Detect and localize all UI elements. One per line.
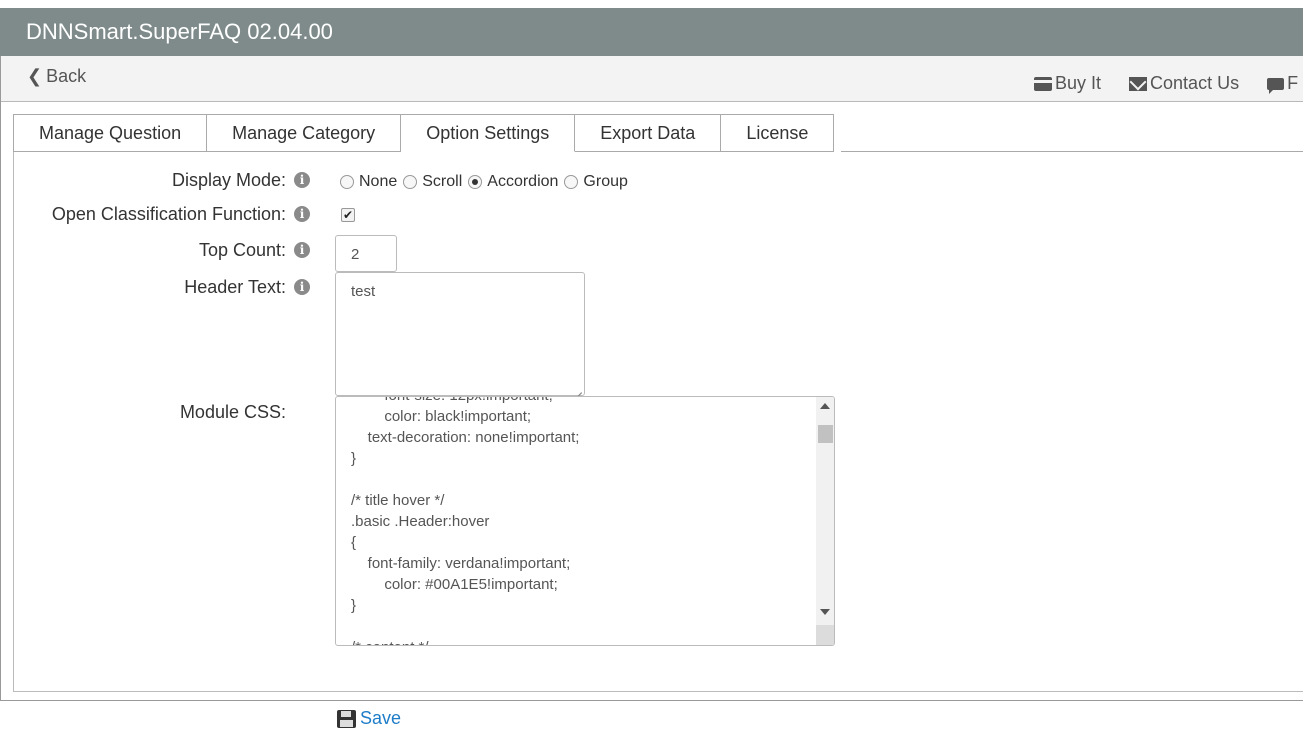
tab-manage-question[interactable]: Manage Question bbox=[13, 114, 208, 152]
floppy-disk-icon bbox=[337, 709, 356, 728]
top-count-label: Top Count: bbox=[198, 240, 286, 260]
info-icon[interactable]: i bbox=[294, 279, 310, 295]
envelope-icon bbox=[1129, 76, 1148, 91]
comment-icon bbox=[1267, 77, 1285, 94]
radio-scroll-label: Scroll bbox=[422, 173, 463, 190]
css-line: { bbox=[351, 534, 357, 551]
radio-accordion[interactable] bbox=[468, 175, 483, 189]
radio-group-label: Group bbox=[583, 173, 628, 190]
module-css-textarea[interactable]: font-size: 12px!important; color: black!… bbox=[335, 396, 835, 646]
css-line: } bbox=[351, 450, 357, 467]
header-text-textarea[interactable]: test bbox=[335, 272, 585, 396]
scroll-down-arrow-icon[interactable] bbox=[820, 609, 830, 615]
display-mode-label: Display Mode: bbox=[171, 170, 286, 190]
open-classification-checkbox[interactable]: ✔ bbox=[341, 208, 355, 222]
contact-us-link[interactable]: Contact Us bbox=[1129, 73, 1239, 94]
info-icon[interactable]: i bbox=[294, 172, 310, 188]
css-scrollbar[interactable] bbox=[816, 397, 834, 645]
action-links: Buy It Contact Us F bbox=[1034, 73, 1298, 94]
buy-it-label: Buy It bbox=[1055, 73, 1102, 93]
module-css-label: Module CSS: bbox=[179, 402, 286, 422]
css-line: /* title hover */ bbox=[351, 492, 445, 509]
open-classification-label: Open Classification Function: bbox=[51, 204, 286, 224]
radio-none-label: None bbox=[359, 173, 398, 190]
css-line: } bbox=[351, 597, 357, 614]
feedback-link[interactable]: F bbox=[1267, 73, 1298, 94]
tab-export-data[interactable]: Export Data bbox=[575, 114, 722, 152]
resize-grip-icon[interactable] bbox=[816, 625, 834, 645]
tab-manage-category[interactable]: Manage Category bbox=[207, 114, 402, 152]
tab-license[interactable]: License bbox=[721, 114, 835, 152]
radio-none[interactable] bbox=[340, 175, 354, 189]
action-bar: ❮ Back Buy It Contact Us F bbox=[1, 56, 1303, 102]
feedback-label: F bbox=[1287, 73, 1299, 93]
back-label: Back bbox=[46, 66, 87, 86]
tab-bar: Manage Question Manage Category Option S… bbox=[13, 114, 835, 152]
radio-scroll[interactable] bbox=[403, 175, 418, 189]
chevron-left-icon: ❮ bbox=[27, 66, 43, 86]
scroll-thumb[interactable] bbox=[818, 425, 833, 443]
css-line: color: #00A1E5!important; bbox=[351, 576, 558, 593]
css-line: color: black!important; bbox=[351, 408, 532, 425]
module-title: DNNSmart.SuperFAQ 02.04.00 bbox=[0, 8, 1303, 56]
scroll-up-arrow-icon[interactable] bbox=[820, 403, 830, 409]
css-line: font-family: verdana!important; bbox=[351, 555, 571, 572]
header-text-label: Header Text: bbox=[184, 277, 286, 297]
credit-card-icon bbox=[1034, 76, 1052, 91]
tab-divider bbox=[841, 151, 1303, 152]
css-line bbox=[351, 469, 811, 490]
save-button[interactable]: Save bbox=[337, 708, 401, 729]
module-container: ❮ Back Buy It Contact Us F Manage Questi… bbox=[0, 56, 1303, 728]
top-count-input[interactable]: 2 bbox=[335, 235, 397, 272]
css-line bbox=[351, 616, 811, 637]
radio-accordion-label: Accordion bbox=[487, 173, 559, 190]
header-text-value: test bbox=[351, 283, 376, 300]
save-label: Save bbox=[360, 708, 402, 728]
css-line: text-decoration: none!important; bbox=[351, 429, 580, 446]
back-button[interactable]: ❮ Back bbox=[27, 66, 86, 87]
tab-option-settings[interactable]: Option Settings bbox=[401, 114, 576, 152]
info-icon[interactable]: i bbox=[294, 242, 310, 258]
info-icon[interactable]: i bbox=[294, 206, 310, 222]
css-line: /* content */ bbox=[351, 637, 811, 645]
contact-us-label: Contact Us bbox=[1150, 73, 1240, 93]
display-mode-options: None Scroll Accordion Group bbox=[340, 173, 634, 191]
module-css-content: font-size: 12px!important; color: black!… bbox=[351, 397, 811, 645]
radio-group[interactable] bbox=[564, 175, 579, 189]
css-line: font-size: 12px!important; bbox=[351, 397, 811, 406]
resize-grip-icon[interactable] bbox=[572, 383, 582, 393]
settings-panel: Manage Question Manage Category Option S… bbox=[13, 114, 1303, 728]
css-line: .basic .Header:hover bbox=[351, 513, 490, 530]
buy-it-link[interactable]: Buy It bbox=[1034, 73, 1101, 94]
top-strip bbox=[0, 0, 1303, 8]
